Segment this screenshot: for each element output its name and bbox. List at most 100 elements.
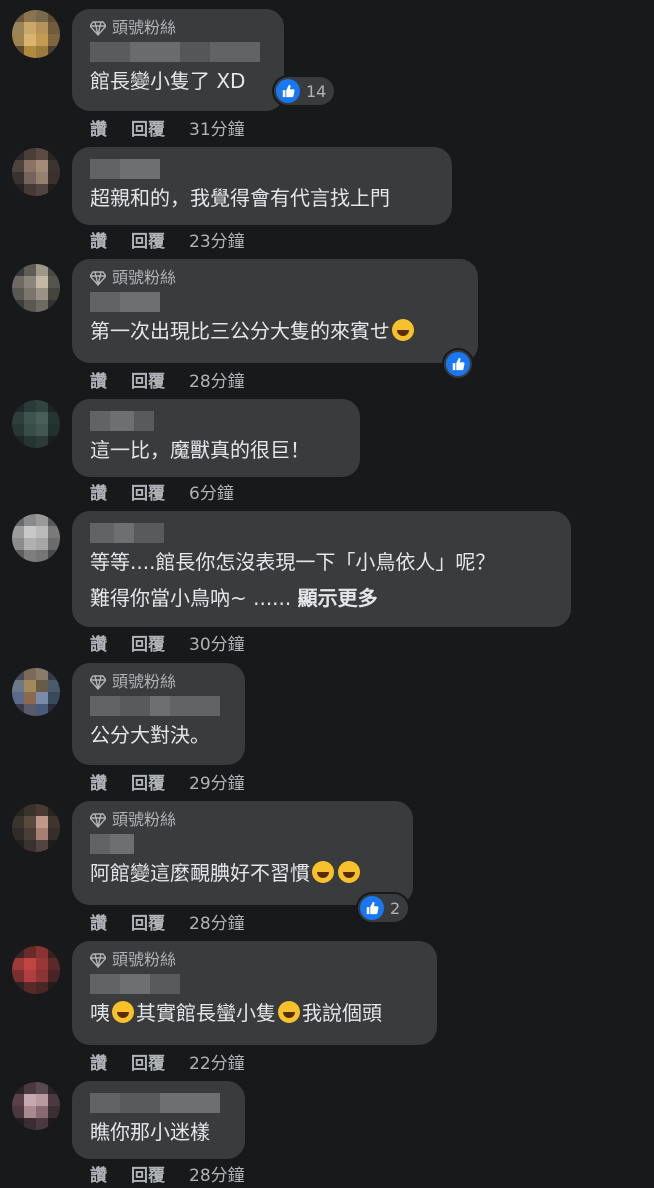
comment-text-line2: 難得你當小鳥吶~ ...... 顯示更多 bbox=[90, 586, 378, 610]
avatar[interactable] bbox=[12, 400, 60, 448]
comment-bubble: 頭號粉絲 公分大對決。 bbox=[72, 663, 245, 765]
comment-actions: 讚 回覆 31分鐘 bbox=[90, 115, 245, 140]
comment-actions: 讚 回覆 6分鐘 bbox=[90, 479, 234, 504]
badge-label: 頭號粉絲 bbox=[112, 18, 177, 37]
like-action[interactable]: 讚 bbox=[90, 769, 107, 794]
comment-bubble: 頭號粉絲 阿館變這麼靦腆好不習慣 bbox=[72, 801, 413, 905]
comment-bubble: 超親和的，我覺得會有代言找上門 bbox=[72, 147, 452, 225]
commenter-name[interactable] bbox=[90, 292, 464, 312]
reply-action[interactable]: 回覆 bbox=[131, 227, 165, 252]
avatar[interactable] bbox=[12, 148, 60, 196]
timestamp[interactable]: 29分鐘 bbox=[189, 769, 245, 794]
diamond-icon bbox=[90, 271, 106, 286]
avatar[interactable] bbox=[12, 10, 60, 58]
timestamp[interactable]: 28分鐘 bbox=[189, 367, 245, 392]
reply-action[interactable]: 回覆 bbox=[131, 1049, 165, 1074]
diamond-icon bbox=[90, 813, 106, 828]
comment-actions: 讚 回覆 22分鐘 bbox=[90, 1049, 245, 1074]
like-action[interactable]: 讚 bbox=[90, 367, 107, 392]
timestamp[interactable]: 22分鐘 bbox=[189, 1049, 245, 1074]
comment-text: 館長變小隻了 XD bbox=[90, 69, 246, 93]
comment-text: 瞧你那小迷樣 bbox=[90, 1120, 210, 1144]
reaction-count[interactable]: 14 bbox=[274, 77, 335, 105]
badge-label: 頭號粉絲 bbox=[112, 672, 177, 691]
commenter-name[interactable] bbox=[90, 523, 557, 543]
commenter-name[interactable] bbox=[90, 834, 399, 854]
comment-actions: 讚 回覆 28分鐘 bbox=[90, 1161, 245, 1186]
badge-label: 頭號粉絲 bbox=[112, 268, 177, 287]
diamond-icon bbox=[90, 21, 106, 36]
comment-actions: 讚 回覆 30分鐘 bbox=[90, 630, 245, 655]
timestamp[interactable]: 6分鐘 bbox=[189, 479, 234, 504]
reply-action[interactable]: 回覆 bbox=[131, 1161, 165, 1186]
commenter-name[interactable] bbox=[90, 696, 231, 716]
top-fan-badge[interactable]: 頭號粉絲 bbox=[90, 949, 423, 971]
like-action[interactable]: 讚 bbox=[90, 909, 107, 934]
top-fan-badge[interactable]: 頭號粉絲 bbox=[90, 809, 399, 831]
see-more-link[interactable]: 顯示更多 bbox=[298, 586, 378, 610]
comment-text: 阿館變這麼靦腆好不習慣 bbox=[90, 858, 399, 888]
reply-action[interactable]: 回覆 bbox=[131, 630, 165, 655]
comment-actions: 讚 回覆 28分鐘 bbox=[90, 909, 245, 934]
timestamp[interactable]: 30分鐘 bbox=[189, 630, 245, 655]
like-reaction-icon bbox=[446, 352, 470, 376]
like-action[interactable]: 讚 bbox=[90, 1049, 107, 1074]
reply-action[interactable]: 回覆 bbox=[131, 769, 165, 794]
commenter-name[interactable] bbox=[90, 159, 438, 179]
comment-bubble: 頭號粉絲 館長變小隻了 XD bbox=[72, 9, 284, 111]
commenter-name[interactable] bbox=[90, 1093, 231, 1113]
commenter-name[interactable] bbox=[90, 42, 270, 62]
comment-bubble: 這一比，魔獸真的很巨！ bbox=[72, 399, 360, 477]
comment-bubble: 等等....館長你怎沒表現一下「小鳥依人」呢？ 難得你當小鳥吶~ ...... … bbox=[72, 511, 571, 627]
like-action[interactable]: 讚 bbox=[90, 479, 107, 504]
reaction-count[interactable] bbox=[444, 350, 472, 378]
comment-bubble: 頭號粉絲 咦其實館長蠻小隻 我說個頭 bbox=[72, 941, 437, 1045]
commenter-name[interactable] bbox=[90, 411, 346, 431]
like-action[interactable]: 讚 bbox=[90, 1161, 107, 1186]
top-fan-badge[interactable]: 頭號粉絲 bbox=[90, 267, 464, 289]
commenter-name[interactable] bbox=[90, 974, 423, 994]
reply-action[interactable]: 回覆 bbox=[131, 909, 165, 934]
comment-text: 超親和的，我覺得會有代言找上門 bbox=[90, 186, 390, 210]
rofl-emoji-icon bbox=[392, 319, 414, 341]
like-action[interactable]: 讚 bbox=[90, 115, 107, 140]
comment-bubble: 頭號粉絲 第一次出現比三公分大隻的來賓せ bbox=[72, 259, 478, 363]
comment-text: 公分大對決。 bbox=[90, 723, 210, 747]
reply-action[interactable]: 回覆 bbox=[131, 479, 165, 504]
avatar[interactable] bbox=[12, 946, 60, 994]
reaction-count[interactable]: 2 bbox=[358, 894, 409, 922]
diamond-icon bbox=[90, 675, 106, 690]
comment-actions: 讚 回覆 29分鐘 bbox=[90, 769, 245, 794]
timestamp[interactable]: 28分鐘 bbox=[189, 909, 245, 934]
top-fan-badge[interactable]: 頭號粉絲 bbox=[90, 671, 231, 693]
comment-text: 咦其實館長蠻小隻 我說個頭 bbox=[90, 1001, 382, 1025]
like-action[interactable]: 讚 bbox=[90, 227, 107, 252]
comment-bubble: 瞧你那小迷樣 bbox=[72, 1081, 245, 1159]
like-reaction-icon bbox=[360, 896, 384, 920]
avatar[interactable] bbox=[12, 514, 60, 562]
avatar[interactable] bbox=[12, 668, 60, 716]
like-action[interactable]: 讚 bbox=[90, 630, 107, 655]
comment-actions: 讚 回覆 28分鐘 bbox=[90, 367, 245, 392]
comment-actions: 讚 回覆 23分鐘 bbox=[90, 227, 245, 252]
badge-label: 頭號粉絲 bbox=[112, 810, 177, 829]
top-fan-badge[interactable]: 頭號粉絲 bbox=[90, 17, 270, 39]
like-reaction-icon bbox=[276, 79, 300, 103]
comment-text: 等等....館長你怎沒表現一下「小鳥依人」呢？ bbox=[90, 550, 496, 574]
thinking-emoji-icon bbox=[112, 1001, 134, 1023]
timestamp[interactable]: 28分鐘 bbox=[189, 1161, 245, 1186]
comment-text: 這一比，魔獸真的很巨！ bbox=[90, 438, 310, 462]
laughing-emoji-icon bbox=[312, 861, 334, 883]
timestamp[interactable]: 23分鐘 bbox=[189, 227, 245, 252]
comment-text: 第一次出現比三公分大隻的來賓せ bbox=[90, 316, 464, 346]
grinning-squint-emoji-icon bbox=[278, 1001, 300, 1023]
avatar[interactable] bbox=[12, 804, 60, 852]
reply-action[interactable]: 回覆 bbox=[131, 367, 165, 392]
avatar[interactable] bbox=[12, 1082, 60, 1130]
timestamp[interactable]: 31分鐘 bbox=[189, 115, 245, 140]
laughing-emoji-icon bbox=[338, 861, 360, 883]
diamond-icon bbox=[90, 953, 106, 968]
reply-action[interactable]: 回覆 bbox=[131, 115, 165, 140]
badge-label: 頭號粉絲 bbox=[112, 950, 177, 969]
avatar[interactable] bbox=[12, 264, 60, 312]
